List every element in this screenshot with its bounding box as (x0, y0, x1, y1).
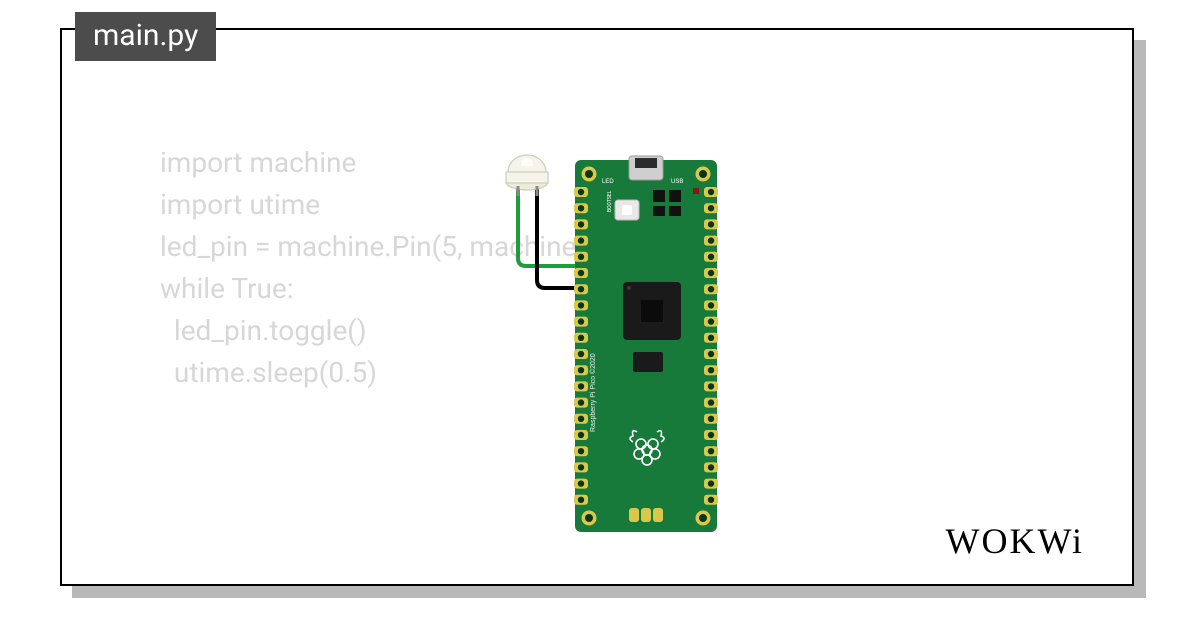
flash-chip (633, 352, 663, 372)
main-card: import machine import utime led_pin = ma… (60, 28, 1134, 586)
debug-pad (653, 508, 663, 522)
bootsel-button[interactable] (615, 200, 639, 220)
debug-pad (641, 508, 651, 522)
filename-tab[interactable]: main.py (75, 12, 216, 61)
usb-silk-label: USB (671, 179, 683, 185)
raspberry-pi-pico-board[interactable]: LED USB BOOTSEL Raspberry Pi Pico ©2020 (574, 156, 718, 532)
circuit-svg: LED USB BOOTSEL Raspberry Pi Pico ©2020 (477, 152, 777, 552)
board-name-silk: Raspberry Pi Pico ©2020 (589, 353, 597, 432)
brand-logo: WOKWi (945, 520, 1084, 562)
debug-pad (629, 508, 639, 522)
led-component[interactable] (506, 155, 548, 196)
filename-label: main.py (93, 18, 198, 53)
bootsel-label: BOOTSEL (607, 190, 613, 212)
led-silk-label: LED (602, 179, 614, 185)
